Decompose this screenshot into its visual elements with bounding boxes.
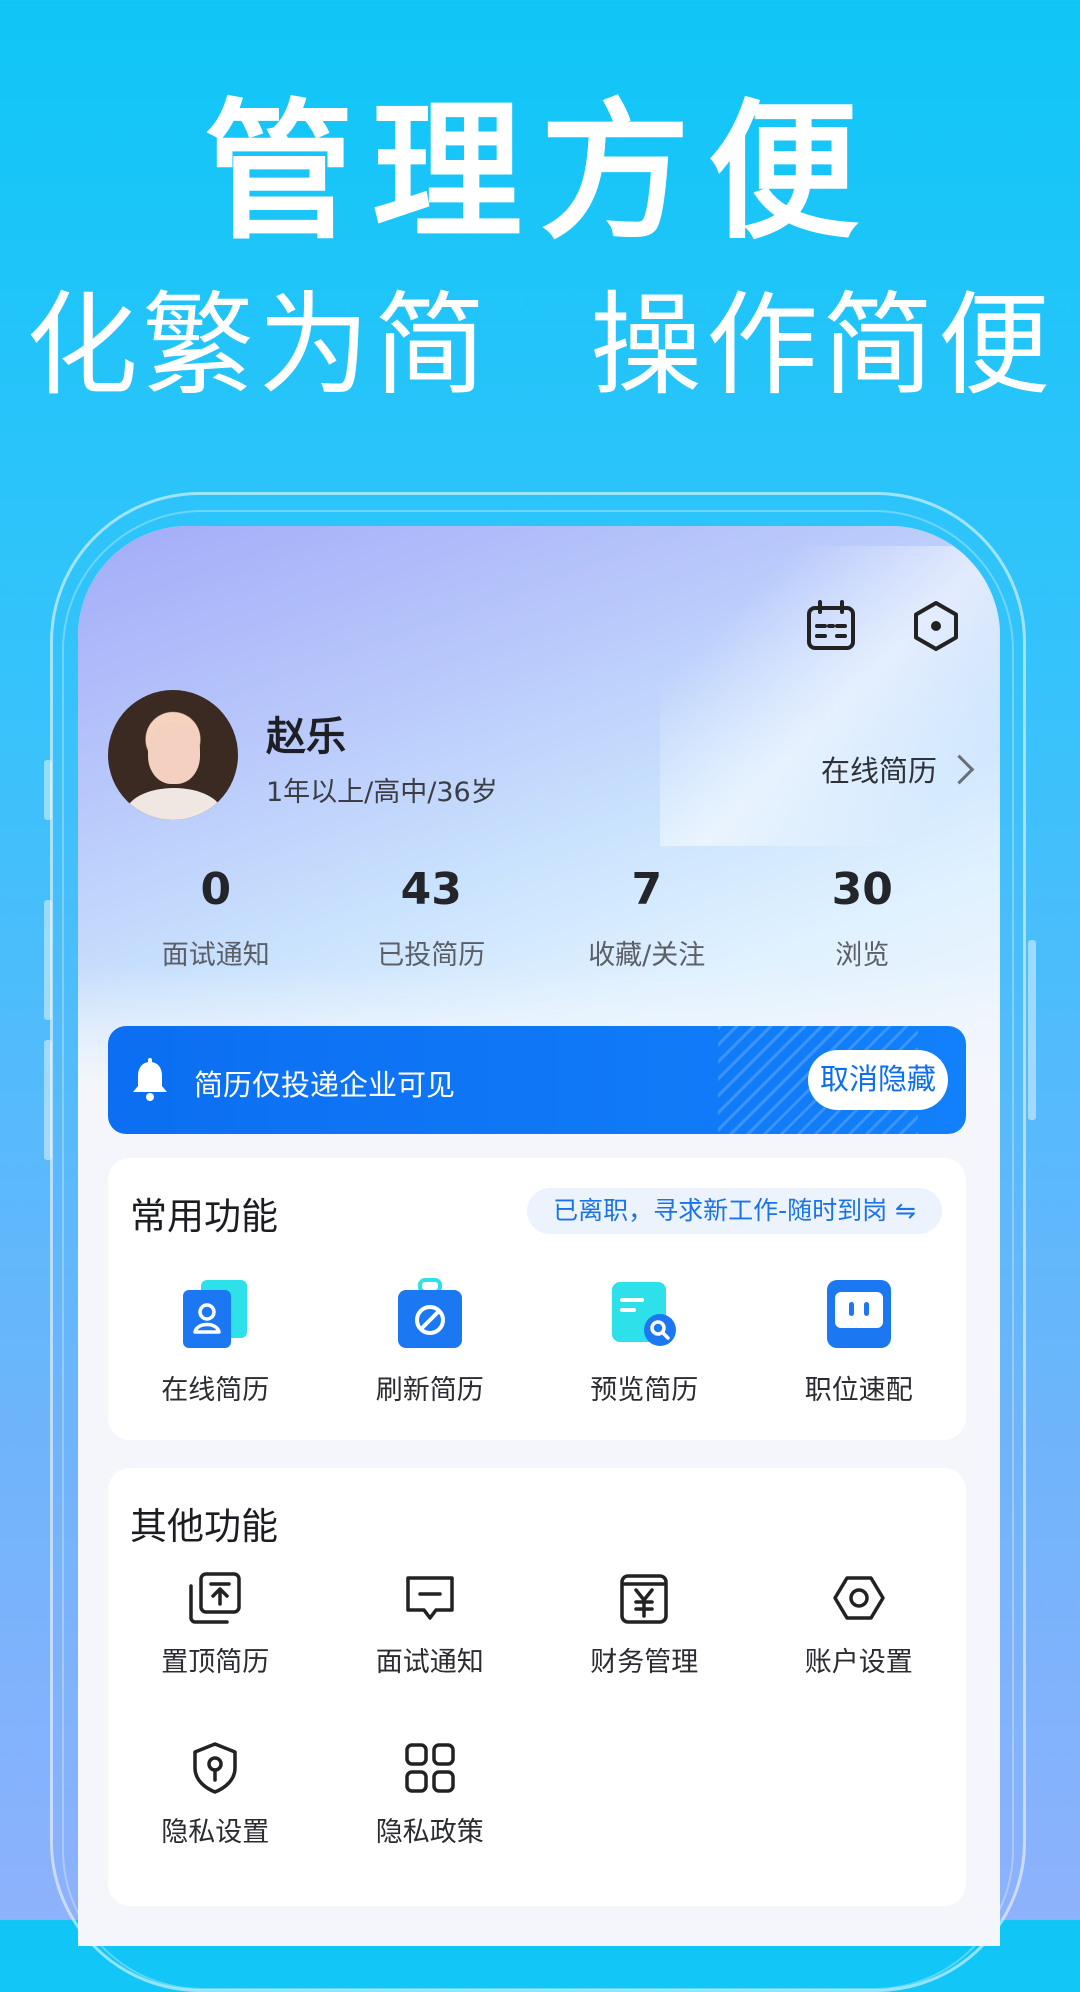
- tile-preview-resume[interactable]: 预览简历: [537, 1276, 752, 1407]
- privacy-text: 简历仅投递企业可见: [194, 1068, 456, 1102]
- chevron-right-icon: [944, 754, 975, 784]
- other-functions-card: 其他功能 置顶简历 面试通知 财务管理 账户设置 隐私设置 隐私政策: [108, 1468, 966, 1906]
- phone-side-button: [44, 900, 52, 1020]
- resume-icon: [183, 1280, 248, 1348]
- stat-label: 浏览: [835, 939, 890, 971]
- preview-icon: [612, 1282, 677, 1346]
- stat-views[interactable]: 30 浏览: [755, 864, 971, 972]
- grid-apps-icon: [405, 1743, 455, 1793]
- tile-label: 在线简历: [161, 1375, 270, 1406]
- tile-label: 隐私政策: [375, 1817, 484, 1848]
- stat-value: 7: [631, 864, 663, 915]
- phone-screen: 赵乐 1年以上/高中/36岁 在线简历 0 面试通知 43 已投简历 7 收藏/…: [78, 526, 1000, 1946]
- tile-finance[interactable]: 财务管理: [537, 1570, 752, 1740]
- tile-online-resume[interactable]: 在线简历: [108, 1276, 323, 1407]
- tile-refresh-resume[interactable]: 刷新简历: [323, 1276, 538, 1407]
- promo-subtitle-left: 化繁为简: [26, 281, 490, 411]
- match-icon: [826, 1280, 891, 1348]
- bell-icon: [133, 1058, 167, 1101]
- stat-value: 30: [831, 864, 893, 915]
- tile-label: 隐私设置: [161, 1817, 270, 1848]
- tile-label: 面试通知: [375, 1647, 484, 1678]
- online-resume-link-label: 在线简历: [820, 754, 937, 788]
- profile-meta: 1年以上/高中/36岁: [266, 777, 498, 808]
- stat-favorites[interactable]: 7 收藏/关注: [539, 864, 755, 972]
- tile-job-match[interactable]: 职位速配: [752, 1276, 967, 1407]
- tile-label: 刷新简历: [375, 1375, 484, 1406]
- tile-label: 预览简历: [590, 1375, 699, 1406]
- profile-name: 赵乐: [266, 714, 346, 760]
- tile-pin-resume[interactable]: 置顶简历: [108, 1570, 323, 1740]
- stat-interview-notices[interactable]: 0 面试通知: [108, 864, 324, 972]
- common-functions-card: 常用功能 已离职，寻求新工作-随时到岗 ⇋ 在线简历 刷新简历 预览简历 职位速…: [108, 1158, 966, 1440]
- settings-icon[interactable]: [908, 598, 964, 654]
- phone-side-button: [1028, 940, 1036, 1120]
- promo-subtitle-right: 操作简便: [590, 281, 1054, 411]
- tile-account-settings[interactable]: 账户设置: [752, 1570, 967, 1740]
- online-resume-link[interactable]: 在线简历: [820, 748, 975, 790]
- phone-side-button: [44, 1040, 52, 1160]
- refresh-icon: [397, 1278, 462, 1348]
- stat-submitted-resumes[interactable]: 43 已投简历: [324, 864, 540, 972]
- stat-label: 已投简历: [377, 939, 486, 971]
- job-status-pill[interactable]: 已离职，寻求新工作-随时到岗 ⇋: [527, 1188, 942, 1234]
- tile-label: 置顶简历: [161, 1647, 270, 1678]
- promo-subtitle: 化繁为简 操作简便: [0, 290, 1080, 402]
- tile-label: 财务管理: [590, 1647, 699, 1678]
- stat-label: 收藏/关注: [588, 939, 706, 971]
- promo-title: 管理方便: [203, 86, 876, 260]
- message-icon: [406, 1576, 454, 1620]
- common-functions-title: 常用功能: [130, 1195, 278, 1238]
- stat-value: 43: [400, 864, 462, 915]
- privacy-banner: 简历仅投递企业可见 取消隐藏: [108, 1026, 966, 1134]
- common-functions-grid: 在线简历 刷新简历 预览简历 职位速配: [108, 1276, 966, 1407]
- avatar[interactable]: [108, 690, 238, 820]
- stat-value: 0: [200, 864, 232, 915]
- tile-privacy-settings[interactable]: 隐私设置: [108, 1740, 323, 1910]
- tile-interview-notices[interactable]: 面试通知: [323, 1570, 538, 1740]
- unhide-button[interactable]: 取消隐藏: [807, 1050, 948, 1110]
- other-functions-title: 其他功能: [130, 1505, 278, 1548]
- privacy-shield-icon: [193, 1742, 237, 1794]
- tile-label: 职位速配: [804, 1375, 913, 1406]
- other-functions-grid: 置顶简历 面试通知 财务管理 账户设置 隐私设置 隐私政策: [108, 1570, 966, 1910]
- finance-icon: [620, 1574, 668, 1624]
- phone-side-button: [44, 760, 52, 820]
- stat-label: 面试通知: [161, 939, 270, 971]
- tile-label: 账户设置: [804, 1647, 913, 1678]
- calendar-icon[interactable]: [803, 598, 859, 654]
- tile-privacy-policy[interactable]: 隐私政策: [323, 1740, 538, 1910]
- pin-top-icon: [189, 1572, 241, 1624]
- stats-row: 0 面试通知 43 已投简历 7 收藏/关注 30 浏览: [108, 864, 970, 972]
- account-settings-icon: [833, 1576, 885, 1620]
